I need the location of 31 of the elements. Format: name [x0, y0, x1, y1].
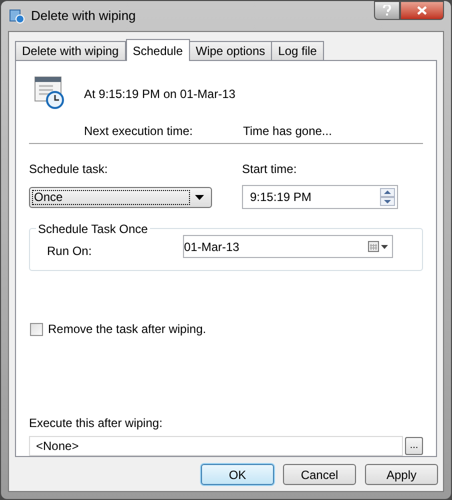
tab[interactable]: Schedule: [126, 39, 190, 61]
calendar-dropdown-icon: [368, 241, 389, 252]
start-time-label: Start time:: [242, 161, 298, 178]
app-icon: [9, 8, 25, 24]
schedule-summary: At 9:15:19 PM on 01-Mar-13: [84, 86, 236, 103]
schedule-task-label: Schedule task:: [29, 161, 109, 178]
dropdown-arrow-icon: [195, 195, 204, 200]
checkbox-label: Remove the task after wiping.: [48, 321, 206, 338]
start-time-field[interactable]: 9:15:19 PM: [242, 185, 398, 209]
window-title: Delete with wiping: [31, 7, 137, 26]
next-execution-value: Time has gone...: [243, 123, 332, 138]
dialog-button[interactable]: Apply: [365, 464, 438, 485]
browse-button[interactable]: ...: [405, 437, 423, 455]
execute-label: Execute this after wiping:: [29, 415, 164, 432]
close-icon: [417, 6, 427, 15]
close-button[interactable]: [400, 1, 444, 20]
execute-field[interactable]: <None>: [29, 436, 404, 456]
run-on-date-field[interactable]: 01-Mar-13: [183, 235, 393, 258]
tab[interactable]: Log file: [271, 41, 324, 60]
help-button[interactable]: [374, 1, 400, 20]
run-on-label: Run On:: [47, 242, 93, 260]
spin-buttons-icon: [380, 188, 395, 206]
next-execution-label: Next execution time:: [84, 123, 194, 138]
help-icon: [383, 5, 391, 16]
dialog-button[interactable]: OK: [201, 464, 274, 485]
schedule-task-dropdown[interactable]: Once: [29, 187, 212, 208]
calendar-clock-icon: [34, 75, 66, 109]
checkbox[interactable]: [30, 322, 43, 336]
dialog-button[interactable]: Cancel: [283, 464, 356, 485]
tab[interactable]: Delete with wiping: [15, 41, 126, 60]
tab[interactable]: Wipe options: [188, 41, 272, 60]
